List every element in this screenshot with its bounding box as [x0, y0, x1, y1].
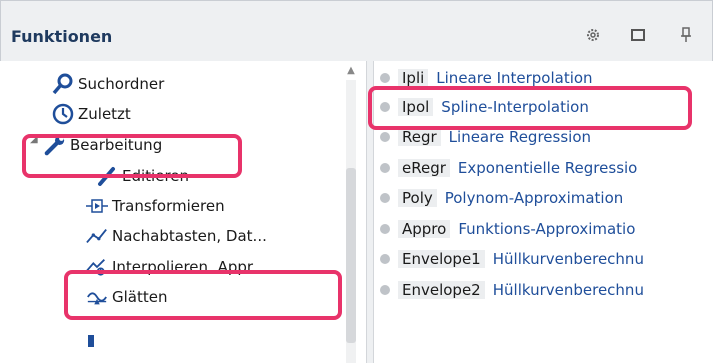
tree-item-label: Glätten [112, 288, 168, 306]
tree-item-zuletzt[interactable]: Zuletzt [52, 99, 131, 129]
panel-header: Funktionen [1, 1, 712, 62]
pin-icon[interactable] [675, 24, 697, 46]
tree-item-partial-icon [88, 335, 94, 347]
tree-item-interpolieren[interactable]: Interpolieren, Appr.. [86, 252, 261, 282]
bullet-icon [380, 73, 390, 83]
clock-icon [52, 103, 74, 125]
restore-window-icon[interactable] [627, 24, 649, 46]
function-desc: Hüllkurvenberechnu [492, 281, 644, 299]
tree-item-label: Editieren [122, 167, 190, 185]
gear-icon[interactable] [582, 24, 604, 46]
smooth-icon [86, 286, 108, 308]
function-desc: Polynom-Approximation [444, 189, 624, 207]
list-item[interactable]: Regr Lineare Regression [380, 122, 591, 152]
search-icon [52, 73, 74, 95]
list-item[interactable]: Poly Polynom-Approximation [380, 183, 623, 213]
tree-scrollbar-thumb[interactable] [346, 168, 356, 343]
function-desc: Lineare Interpolation [436, 69, 593, 87]
function-tree: Suchordner Zuletzt ◢ Bearbeitung Editier… [0, 61, 366, 363]
interpolate-icon [86, 256, 108, 278]
panel-title: Funktionen [11, 27, 113, 46]
bullet-icon [380, 102, 390, 112]
tree-item-nachabtasten[interactable]: Nachabtasten, Dat... [86, 221, 267, 251]
tree-item-bearbeitung[interactable]: Bearbeitung [44, 130, 162, 160]
function-code: Ipol [398, 98, 434, 116]
list-item[interactable]: Ipol Spline-Interpolation [380, 92, 589, 122]
list-item[interactable]: Envelope1 Hüllkurvenberechnu [380, 244, 644, 274]
expand-arrow-icon[interactable]: ◢ [30, 134, 38, 145]
function-list: Ipli Lineare Interpolation Ipol Spline-I… [374, 61, 713, 363]
function-code: Ipli [398, 69, 429, 87]
function-code: Envelope2 [398, 281, 485, 299]
tree-item-label: Suchordner [78, 75, 165, 93]
tree-item-suchordner[interactable]: Suchordner [52, 69, 164, 99]
list-item[interactable]: Envelope2 Hüllkurvenberechnu [380, 275, 644, 305]
tree-item-transformieren[interactable]: Transformieren [86, 191, 225, 221]
list-item[interactable]: Ipli Lineare Interpolation [380, 63, 593, 93]
function-code: Appro [398, 220, 451, 238]
bullet-icon [380, 163, 390, 173]
list-item[interactable]: eRegr Exponentielle Regressio [380, 153, 637, 183]
tree-item-glaetten[interactable]: Glätten [86, 282, 167, 312]
tree-item-label: Nachabtasten, Dat... [112, 227, 267, 245]
function-desc: Funktions-Approximatio [458, 220, 636, 238]
function-desc: Lineare Regression [448, 128, 592, 146]
function-code: eRegr [398, 159, 450, 177]
tree-item-label: Transformieren [112, 197, 225, 215]
transform-icon [86, 195, 108, 217]
tree-item-label: Zuletzt [78, 105, 131, 123]
scroll-up-arrow[interactable]: ▲ [344, 64, 358, 78]
bullet-icon [380, 285, 390, 295]
function-code: Poly [398, 189, 437, 207]
function-code: Envelope1 [398, 250, 485, 268]
function-code: Regr [398, 128, 441, 146]
function-desc: Hüllkurvenberechnu [492, 250, 644, 268]
tree-item-label: Interpolieren, Appr.. [112, 258, 262, 276]
bullet-icon [380, 224, 390, 234]
function-desc: Exponentielle Regressio [457, 159, 638, 177]
bullet-icon [380, 193, 390, 203]
bullet-icon [380, 254, 390, 264]
tree-item-label: Bearbeitung [70, 136, 163, 154]
tree-item-editieren[interactable]: Editieren [96, 161, 189, 191]
list-item[interactable]: Appro Funktions-Approximatio [380, 214, 635, 244]
resample-icon [86, 225, 108, 247]
panel-splitter[interactable] [366, 61, 374, 363]
wrench-icon [44, 134, 66, 156]
function-desc: Spline-Interpolation [441, 98, 589, 116]
bullet-icon [380, 132, 390, 142]
pencil-icon [96, 165, 118, 187]
